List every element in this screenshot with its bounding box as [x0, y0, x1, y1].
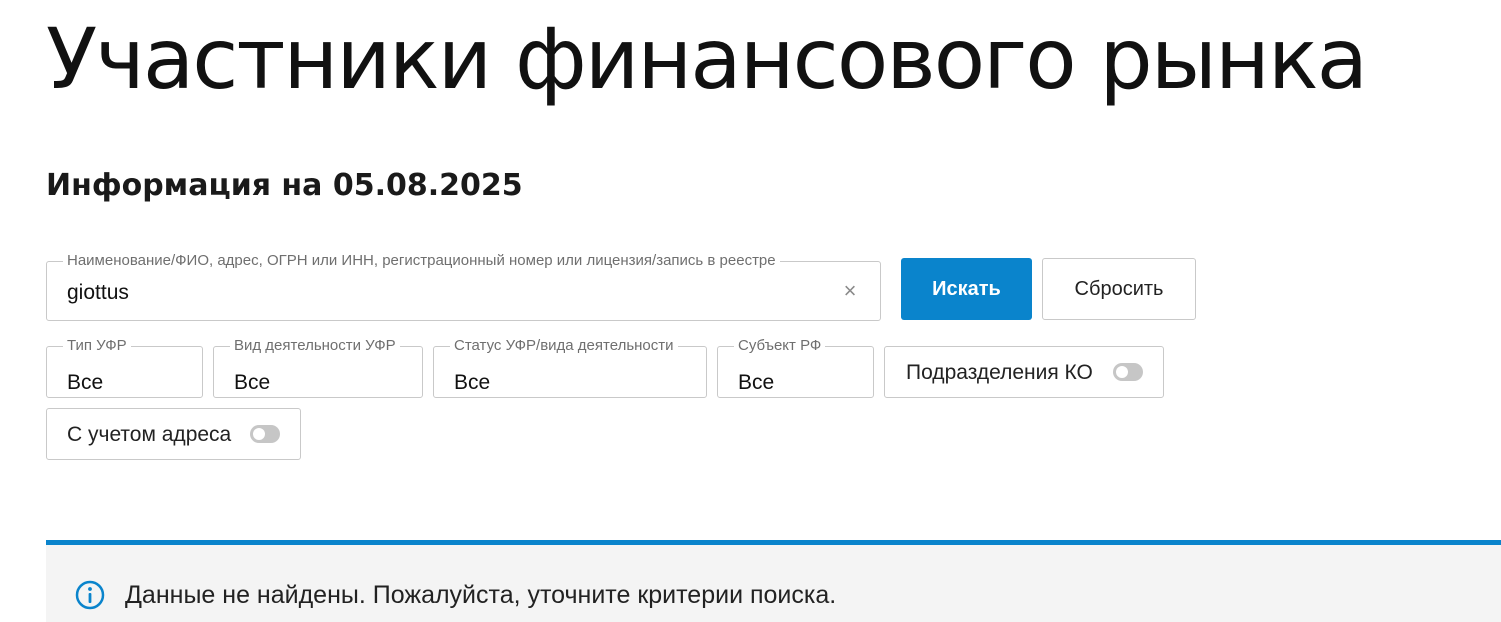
reset-button[interactable]: Сбросить [1042, 258, 1196, 320]
filter-activity-value: Все [234, 371, 271, 394]
page: Участники финансового рынка Информация н… [0, 0, 1501, 622]
branches-switch[interactable] [1113, 363, 1143, 381]
filter-type-value: Все [67, 371, 104, 394]
switch-knob [1116, 366, 1128, 378]
page-title: Участники финансового рынка [46, 10, 1368, 108]
filter-region-label: Субъект РФ [734, 337, 826, 355]
filter-activity-select[interactable]: Вид деятельности УФР Все [213, 337, 423, 398]
filter-status-select[interactable]: Статус УФР/вида деятельности Все [433, 337, 707, 398]
filter-status-label: Статус УФР/вида деятельности [450, 337, 678, 355]
no-results-notice: Данные не найдены. Пожалуйста, уточните … [46, 540, 1501, 622]
address-toggle-label: С учетом адреса [67, 423, 232, 446]
search-button[interactable]: Искать [901, 258, 1032, 320]
info-icon [75, 580, 105, 610]
info-date-heading: Информация на 05.08.2025 [46, 168, 523, 203]
clear-icon[interactable]: × [840, 279, 860, 303]
branches-toggle[interactable]: Подразделения КО [884, 346, 1164, 398]
filter-type-select[interactable]: Тип УФР Все [46, 337, 203, 398]
search-field[interactable]: Наименование/ФИО, адрес, ОГРН или ИНН, р… [46, 252, 881, 321]
filter-type-label: Тип УФР [63, 337, 131, 355]
switch-knob [253, 428, 265, 440]
filter-status-value: Все [454, 371, 491, 394]
address-toggle[interactable]: С учетом адреса [46, 408, 301, 460]
filter-region-value: Все [738, 371, 775, 394]
notice-text: Данные не найдены. Пожалуйста, уточните … [125, 581, 837, 609]
address-switch[interactable] [250, 425, 280, 443]
search-field-label: Наименование/ФИО, адрес, ОГРН или ИНН, р… [63, 252, 780, 270]
branches-toggle-label: Подразделения КО [906, 361, 1093, 384]
filter-activity-label: Вид деятельности УФР [230, 337, 400, 355]
filter-region-select[interactable]: Субъект РФ Все [717, 337, 874, 398]
search-input[interactable]: giottus [67, 281, 129, 305]
